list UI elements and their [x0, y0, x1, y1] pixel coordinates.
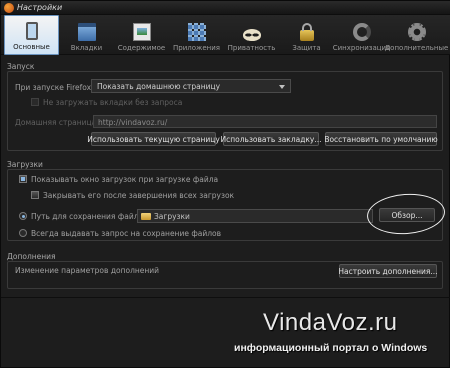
tab-label: Дополнительные — [384, 44, 449, 52]
chevron-down-icon — [279, 85, 285, 89]
tab-advanced[interactable]: Дополнительные — [385, 15, 448, 55]
close-after-downloads-label: Закрывать его после завершения всех загр… — [43, 191, 235, 200]
tabs-icon — [77, 23, 96, 41]
use-current-page-button[interactable]: Использовать текущую страницу — [87, 132, 220, 146]
save-path-radio[interactable] — [19, 212, 27, 220]
tab-label: Синхронизация — [332, 44, 391, 52]
no-load-tabs-label: Не загружать вкладки без запроса — [43, 98, 183, 107]
watermark-subtitle: информационный портал о Windows — [234, 342, 428, 354]
tab-privacy[interactable]: Приватность — [224, 15, 279, 55]
use-bookmark-button[interactable]: Использовать закладку... — [221, 132, 322, 146]
window-title: Настройки — [17, 3, 63, 12]
tab-general[interactable]: Основные — [4, 15, 59, 55]
privacy-mask-icon — [242, 29, 261, 41]
on-start-select[interactable]: Показать домашнюю страницу — [91, 79, 291, 93]
on-start-label: При запуске Firefox: — [15, 83, 94, 92]
show-downloads-window-checkbox[interactable] — [19, 175, 27, 183]
homepage-label: Домашняя страница: — [15, 118, 99, 127]
addons-description: Изменение параметров дополнений — [15, 266, 160, 275]
tab-security[interactable]: Защита — [279, 15, 334, 55]
configure-addons-button[interactable]: Настроить дополнения... — [338, 264, 438, 278]
tab-label: Вкладки — [70, 44, 103, 52]
tab-label: Основные — [13, 43, 50, 51]
folder-icon — [141, 213, 151, 220]
settings-window: Настройки Основные Вкладки Содержимое Пр… — [0, 0, 450, 368]
addons-section-title: Дополнения — [7, 252, 56, 261]
homepage-input[interactable]: http://vindavoz.ru/ — [93, 115, 437, 128]
gear-icon — [407, 23, 426, 41]
watermark-title: VindaVoz.ru — [263, 309, 398, 336]
save-path-value: Загрузки — [154, 212, 190, 221]
tab-applications[interactable]: Приложения — [169, 15, 224, 55]
general-icon — [25, 22, 38, 40]
tab-sync[interactable]: Синхронизация — [332, 15, 391, 55]
content-icon — [132, 23, 151, 41]
tab-content[interactable]: Содержимое — [114, 15, 169, 55]
divider — [1, 297, 450, 298]
tab-label: Приложения — [173, 44, 220, 52]
lock-icon — [299, 23, 314, 41]
title-bar: Настройки — [1, 1, 450, 15]
tab-label: Защита — [292, 44, 321, 52]
tab-label: Содержимое — [117, 44, 166, 52]
firefox-icon — [4, 3, 14, 13]
save-path-field[interactable]: Загрузки — [137, 209, 373, 223]
always-ask-label: Всегда выдавать запрос на сохранение фай… — [31, 229, 222, 238]
save-path-label: Путь для сохранения файлов — [31, 212, 148, 221]
restore-default-button[interactable]: Восстановить по умолчанию — [324, 132, 438, 146]
on-start-value: Показать домашнюю страницу — [97, 82, 221, 91]
tab-tabs[interactable]: Вкладки — [59, 15, 114, 55]
show-downloads-window-label: Показывать окно загрузок при загрузке фа… — [31, 175, 219, 184]
startup-section-title: Запуск — [7, 62, 35, 71]
sync-icon — [352, 23, 371, 41]
applications-icon — [187, 23, 206, 41]
downloads-section-title: Загрузки — [7, 160, 43, 169]
close-after-downloads-checkbox[interactable] — [31, 191, 39, 199]
settings-tab-bar: Основные Вкладки Содержимое Приложения П… — [1, 15, 450, 55]
tab-label: Приватность — [227, 44, 276, 52]
always-ask-radio[interactable] — [19, 229, 27, 237]
no-load-tabs-checkbox[interactable] — [31, 98, 39, 106]
